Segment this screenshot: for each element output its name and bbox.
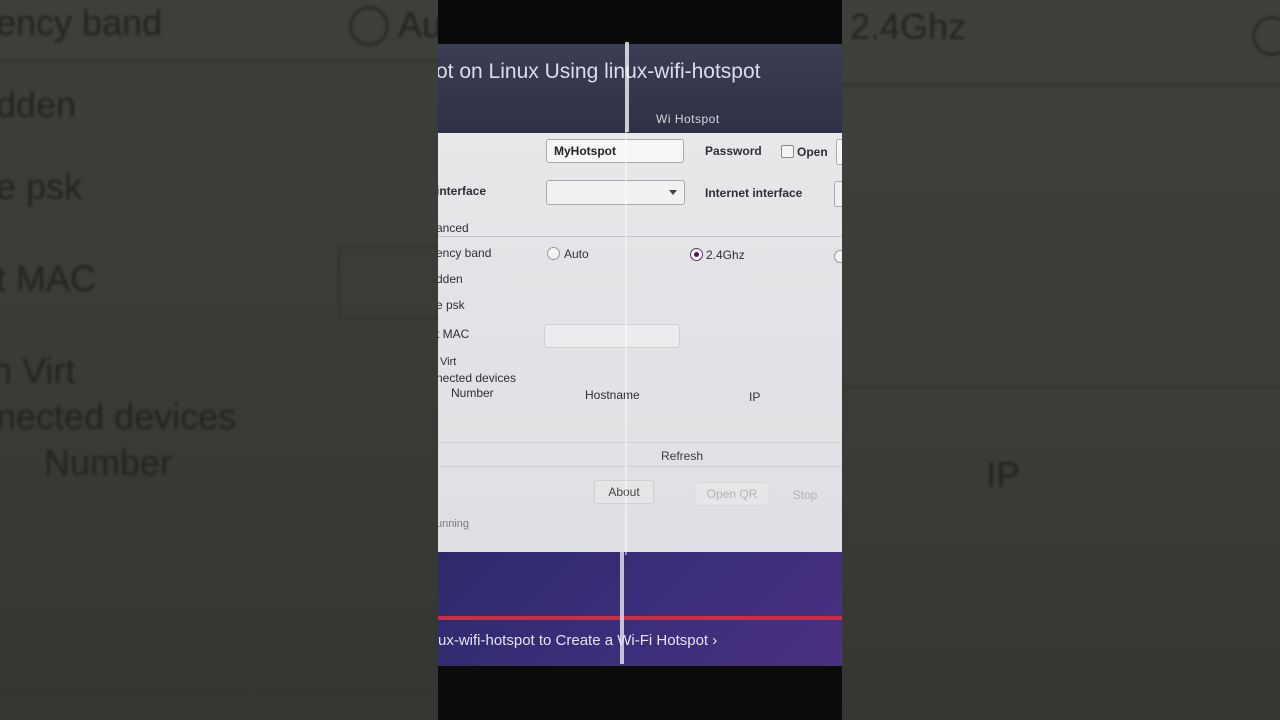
progress-bar-red (438, 616, 842, 620)
bg-virt-label: n Virt (0, 350, 76, 391)
window-title: Wi Hotspot (656, 112, 720, 126)
advanced-separator (438, 236, 842, 237)
bg-ip-header: IP (986, 454, 1021, 495)
table-header-hostname: Hostname (585, 388, 640, 402)
status-text: unning (438, 518, 470, 530)
password-label: Password (705, 144, 762, 158)
band-auto-radio[interactable] (547, 247, 560, 260)
bg-divider (842, 386, 1280, 388)
internet-interface-dropdown[interactable] (834, 181, 842, 207)
stop-button[interactable]: Stop (782, 483, 828, 507)
background-left-blurred: ency band Au dden e psk t MAC n Virt nec… (0, 0, 438, 720)
mac-input[interactable] (544, 324, 680, 348)
mac-label: t MAC (438, 327, 470, 341)
bg-connected-devices-label: nected devices (0, 396, 237, 437)
bg-radio-icon (349, 6, 389, 46)
screen-glare (625, 42, 629, 132)
dark-border-top (438, 0, 842, 50)
band-24ghz-radio[interactable] (690, 248, 703, 261)
band-24ghz-label: 2.4Ghz (706, 248, 745, 262)
hotspot-window: MyHotspot Password Open interface Intern… (438, 133, 842, 555)
about-button[interactable]: About (594, 480, 654, 504)
band-5ghz-radio[interactable] (834, 250, 842, 263)
virt-label: Virt (440, 356, 457, 365)
bg-psk-label: e psk (0, 166, 83, 207)
ssid-input[interactable]: MyHotspot (546, 139, 684, 163)
article-header (438, 44, 842, 134)
bg-mac-field (338, 246, 438, 320)
connected-devices-label: nected devices (438, 371, 517, 385)
frequency-band-label: ency band (438, 246, 492, 260)
bg-divider (0, 60, 438, 62)
bg-band-24-label: 2.4Ghz (850, 6, 967, 47)
background-right-blurred: 2.4Ghz IP (842, 0, 1280, 720)
wifi-interface-dropdown[interactable] (546, 180, 685, 205)
table-bottom-separator (438, 442, 842, 443)
photo-of-screen: ot on Linux Using linux-wifi-hotspot Wi … (438, 0, 842, 720)
bg-hidden-label: dden (0, 84, 77, 125)
refresh-button[interactable]: Refresh (661, 449, 703, 463)
internet-interface-label: Internet interface (705, 186, 803, 200)
wifi-interface-label: interface (438, 184, 487, 198)
open-qr-button[interactable]: Open QR (694, 482, 770, 506)
bg-divider (842, 84, 1280, 86)
psk-label: e psk (438, 298, 465, 312)
screen-glare (625, 130, 627, 555)
open-label: Open (797, 145, 828, 159)
password-input[interactable] (836, 139, 842, 165)
bg-radio-auto-label: Au (398, 4, 438, 45)
open-checkbox[interactable] (781, 145, 794, 158)
chevron-down-icon (669, 190, 677, 195)
article-title: ot on Linux Using linux-wifi-hotspot (438, 60, 761, 83)
bg-radio-icon (1252, 16, 1280, 56)
table-header-ip: IP (749, 390, 761, 404)
bg-freq-band-label: ency band (0, 2, 163, 43)
refresh-separator (438, 466, 842, 467)
screen-glare (620, 552, 624, 664)
ssid-value: MyHotspot (554, 144, 616, 158)
band-auto-label: Auto (564, 247, 589, 261)
bg-divider (0, 690, 438, 692)
bg-number-header: Number (44, 442, 173, 483)
advanced-section-label: anced (438, 221, 469, 235)
hidden-label: dden (438, 272, 463, 286)
dark-border-bottom (438, 666, 842, 720)
next-article-link[interactable]: ux-wifi-hotspot to Create a Wi-Fi Hotspo… (438, 632, 717, 649)
bg-mac-label: t MAC (0, 258, 97, 299)
table-header-number: Number (451, 386, 494, 400)
